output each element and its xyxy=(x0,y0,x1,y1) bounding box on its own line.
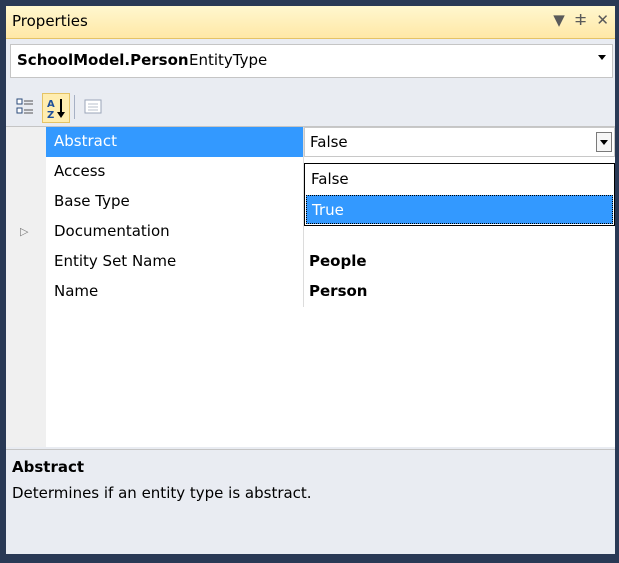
property-value[interactable]: Person xyxy=(309,282,367,300)
abstract-value-combo[interactable]: False xyxy=(304,127,615,157)
property-row-name[interactable]: Name Person xyxy=(6,277,615,307)
property-name: Abstract xyxy=(54,132,117,150)
property-name: Entity Set Name xyxy=(54,252,177,270)
description-text: Determines if an entity type is abstract… xyxy=(12,484,312,502)
property-name: Access xyxy=(54,162,106,180)
column-divider xyxy=(303,247,304,277)
dropdown-option-false[interactable]: False xyxy=(306,165,613,194)
svg-text:Z: Z xyxy=(47,110,54,121)
property-row-entity-set-name[interactable]: Entity Set Name People xyxy=(6,247,615,277)
description-title: Abstract xyxy=(12,458,85,476)
property-name: Documentation xyxy=(54,222,170,240)
column-divider xyxy=(303,277,304,307)
properties-body: SchoolModel.Person EntityType A Z Abstra… xyxy=(6,39,615,554)
property-pages-button[interactable] xyxy=(80,93,106,121)
property-name: Base Type xyxy=(54,192,130,210)
object-name: SchoolModel.Person xyxy=(17,51,189,69)
properties-toolbar: A Z xyxy=(6,87,615,127)
svg-text:A: A xyxy=(47,99,55,110)
object-type: EntityType xyxy=(189,51,268,69)
window-menu-button[interactable]: ▼ xyxy=(553,11,565,29)
property-value: False xyxy=(310,133,348,151)
dropdown-option-true[interactable]: True xyxy=(306,195,613,224)
property-pages-icon xyxy=(84,99,102,114)
abstract-dropdown-list: False True xyxy=(304,163,615,226)
description-pane: Abstract Determines if an entity type is… xyxy=(6,449,615,554)
pin-button[interactable]: ⵐ xyxy=(575,11,587,29)
alphabetical-button[interactable]: A Z xyxy=(42,93,70,123)
property-value[interactable]: People xyxy=(309,252,367,270)
window-titlebar: Properties ▼ ⵐ ✕ xyxy=(6,6,615,39)
dropdown-arrow-button[interactable] xyxy=(596,132,612,152)
object-selector[interactable]: SchoolModel.Person EntityType xyxy=(10,44,613,78)
window-controls: ▼ ⵐ ✕ xyxy=(553,11,609,29)
close-button[interactable]: ✕ xyxy=(596,11,609,29)
expand-triangle-icon[interactable]: ▷ xyxy=(20,225,28,238)
property-row-abstract[interactable]: Abstract False xyxy=(6,127,615,157)
categorized-button[interactable] xyxy=(12,93,38,121)
properties-window: Properties ▼ ⵐ ✕ SchoolModel.Person Enti… xyxy=(0,0,619,563)
property-name: Name xyxy=(54,282,99,300)
toolbar-separator xyxy=(74,95,75,119)
chevron-down-icon xyxy=(598,55,606,60)
alphabetical-icon: A Z xyxy=(47,99,65,121)
window-title: Properties xyxy=(12,12,88,30)
categorized-icon xyxy=(16,98,33,114)
